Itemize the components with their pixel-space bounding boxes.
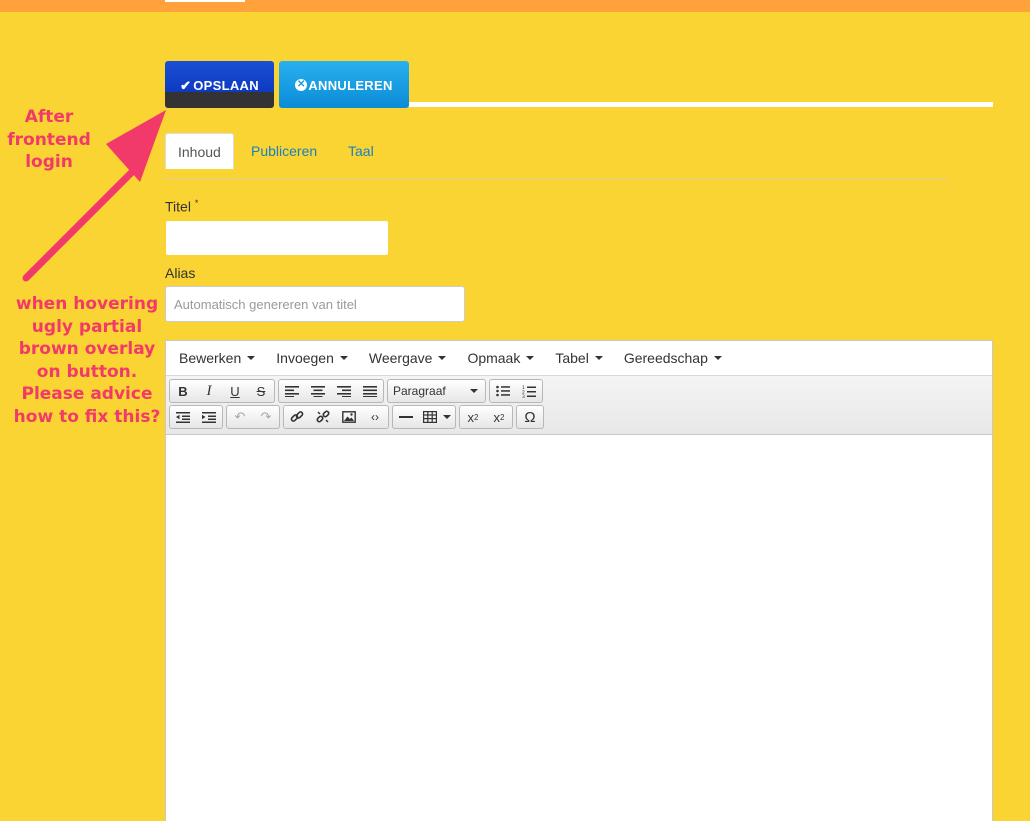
insert-group: ‹› bbox=[283, 405, 389, 429]
alignment-group bbox=[278, 379, 384, 403]
top-bar bbox=[0, 0, 1030, 12]
alias-label: Alias bbox=[165, 265, 196, 281]
rich-text-editor: Bewerken Invoegen Weergave Opmaak Tabel … bbox=[165, 340, 993, 821]
form-tabs: Inhoud Publiceren Taal bbox=[165, 133, 949, 179]
title-input[interactable] bbox=[165, 220, 389, 256]
table-group bbox=[392, 405, 456, 429]
editor-menubar: Bewerken Invoegen Weergave Opmaak Tabel … bbox=[166, 341, 992, 376]
editor-toolbar: B I U S Paragraaf 1 2 3 ↶ ↷ ‹› x 2 x 2 Ω bbox=[166, 376, 992, 435]
align-center-icon[interactable] bbox=[305, 380, 331, 402]
caret-down-icon bbox=[470, 389, 478, 393]
script-group: x2 x2 bbox=[459, 405, 513, 429]
menu-invoegen[interactable]: Invoegen bbox=[268, 350, 356, 366]
bold-icon[interactable]: B bbox=[170, 380, 196, 402]
list-group: 123 bbox=[489, 379, 543, 403]
toolbar-row: B I U S Paragraaf 1 2 3 bbox=[169, 379, 989, 403]
italic-icon[interactable]: I bbox=[196, 380, 222, 402]
redo-icon[interactable]: ↷ bbox=[253, 406, 279, 428]
required-marker: * bbox=[194, 198, 199, 208]
code-icon[interactable]: ‹› bbox=[362, 406, 388, 428]
menu-tabel[interactable]: Tabel bbox=[547, 350, 610, 366]
svg-text:3: 3 bbox=[522, 394, 525, 398]
caret-down-icon bbox=[247, 356, 256, 360]
annotation-bottom-text: when hovering ugly partial brown overlay… bbox=[13, 294, 161, 427]
bullet-list-icon[interactable] bbox=[490, 380, 516, 402]
block-format-group: Paragraaf bbox=[387, 379, 486, 403]
tab-publiceren[interactable]: Publiceren bbox=[239, 133, 329, 169]
cancel-button-label: ANNULEREN bbox=[308, 78, 393, 93]
menu-gereedschap[interactable]: Gereedschap bbox=[616, 350, 730, 366]
unlink-icon[interactable] bbox=[310, 406, 336, 428]
cancel-button[interactable]: ✕ ANNULEREN bbox=[279, 61, 409, 108]
outdent-icon[interactable] bbox=[170, 406, 196, 428]
menu-bewerken[interactable]: Bewerken bbox=[171, 350, 263, 366]
align-left-icon[interactable] bbox=[279, 380, 305, 402]
undo-icon[interactable]: ↶ bbox=[227, 406, 253, 428]
strikethrough-icon[interactable]: S bbox=[248, 380, 274, 402]
menu-weergave[interactable]: Weergave bbox=[361, 350, 455, 366]
tab-inhoud[interactable]: Inhoud bbox=[165, 133, 234, 169]
table-icon[interactable] bbox=[419, 406, 455, 428]
align-right-icon[interactable] bbox=[331, 380, 357, 402]
annotation-top-text: After frontend login bbox=[7, 107, 91, 172]
close-circle-icon: ✕ bbox=[295, 79, 308, 91]
numbered-list-icon[interactable]: 123 bbox=[516, 380, 542, 402]
caret-down-icon bbox=[339, 356, 348, 360]
link-icon[interactable] bbox=[284, 406, 310, 428]
menu-opmaak[interactable]: Opmaak bbox=[459, 350, 542, 366]
toolbar-divider bbox=[409, 102, 993, 107]
check-icon: ✔ bbox=[180, 78, 192, 93]
top-bar-active-indicator bbox=[165, 0, 245, 2]
caret-down-icon bbox=[526, 356, 535, 360]
caret-down-icon bbox=[594, 356, 603, 360]
horizontal-rule-icon[interactable] bbox=[393, 406, 419, 428]
indent-icon[interactable] bbox=[196, 406, 222, 428]
block-format-select[interactable]: Paragraaf bbox=[388, 380, 485, 402]
caret-down-icon bbox=[443, 415, 451, 419]
caret-down-icon bbox=[713, 356, 722, 360]
caret-down-icon bbox=[438, 356, 447, 360]
special-char-group: Ω bbox=[516, 405, 544, 429]
save-button[interactable]: ✔ OPSLAAN bbox=[165, 61, 274, 108]
tab-taal[interactable]: Taal bbox=[336, 133, 386, 169]
subscript-icon[interactable]: x2 bbox=[460, 406, 486, 428]
omega-icon[interactable]: Ω bbox=[517, 406, 543, 428]
toolbar-row: ↶ ↷ ‹› x 2 x 2 Ω bbox=[169, 405, 989, 429]
history-group: ↶ ↷ bbox=[226, 405, 280, 429]
editor-content-area[interactable] bbox=[166, 435, 992, 821]
indent-group bbox=[169, 405, 223, 429]
align-justify-icon[interactable] bbox=[357, 380, 383, 402]
text-style-group: B I U S bbox=[169, 379, 275, 403]
save-button-label: OPSLAAN bbox=[193, 78, 259, 93]
superscript-icon[interactable]: x2 bbox=[486, 406, 512, 428]
image-icon[interactable] bbox=[336, 406, 362, 428]
title-label: Titel * bbox=[165, 198, 199, 215]
underline-icon[interactable]: U bbox=[222, 380, 248, 402]
alias-input[interactable] bbox=[165, 286, 465, 322]
